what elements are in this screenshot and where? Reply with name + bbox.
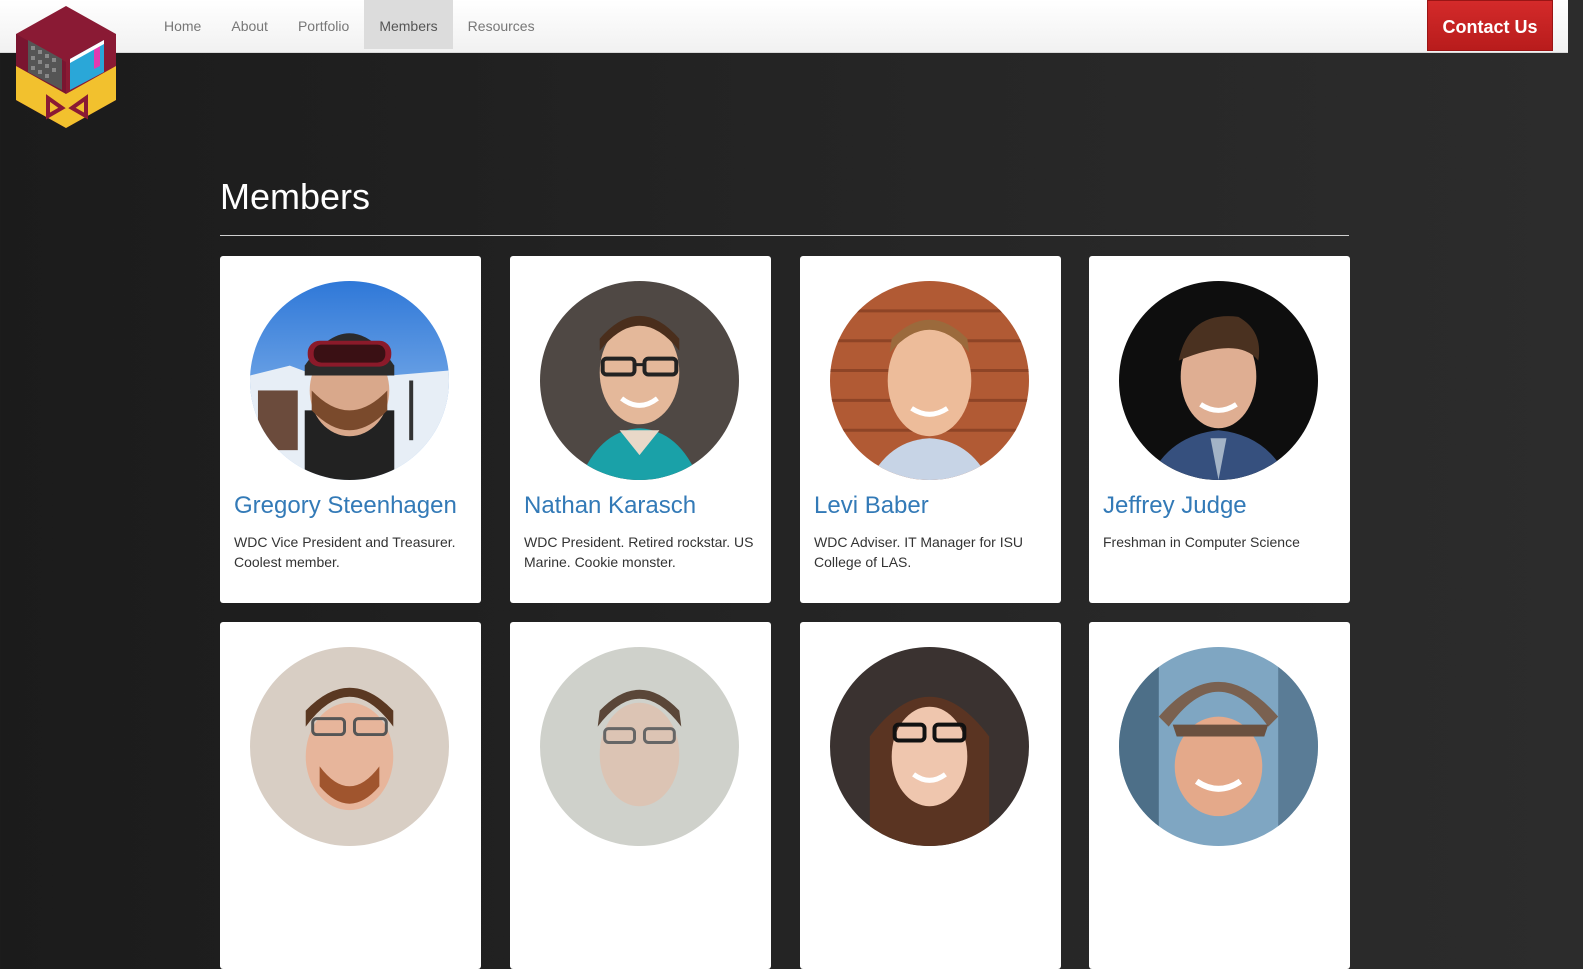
- member-portrait-icon: [540, 281, 739, 480]
- contact-us-button[interactable]: Contact Us: [1427, 0, 1553, 51]
- member-photo: [250, 647, 449, 846]
- member-portrait-icon: [250, 647, 449, 846]
- member-name[interactable]: Nathan Karasch: [524, 492, 696, 520]
- member-portrait-icon: [1119, 647, 1318, 846]
- nav-portfolio[interactable]: Portfolio: [283, 0, 364, 49]
- member-card-5: [220, 622, 481, 969]
- member-photo: [250, 281, 449, 480]
- member-card-8: [1089, 622, 1350, 969]
- member-photo: [1119, 281, 1318, 480]
- member-bio: WDC Adviser. IT Manager for ISU College …: [814, 534, 1024, 570]
- member-photo: [830, 281, 1029, 480]
- member-card-3: Levi Baber WDC Adviser. IT Manager for I…: [800, 256, 1061, 603]
- page-title: Members: [220, 176, 371, 217]
- member-name[interactable]: Jeffrey Judge: [1103, 492, 1247, 520]
- wdc-logo-icon: [16, 6, 116, 128]
- site-logo[interactable]: [14, 4, 118, 130]
- member-bio: WDC President. Retired rockstar. US Mari…: [524, 534, 754, 570]
- member-card-1: Gregory Steenhagen WDC Vice President an…: [220, 256, 481, 603]
- member-card-2: Nathan Karasch WDC President. Retired ro…: [510, 256, 771, 603]
- title-divider: [220, 235, 1349, 236]
- member-photo: [540, 647, 739, 846]
- member-card-6: [510, 622, 771, 969]
- nav-resources[interactable]: Resources: [453, 0, 550, 49]
- nav-links: Home About Portfolio Members Resources: [149, 0, 550, 49]
- member-bio: Freshman in Computer Science: [1103, 534, 1300, 550]
- member-name[interactable]: Gregory Steenhagen: [234, 492, 457, 520]
- member-card-4: Jeffrey Judge Freshman in Computer Scien…: [1089, 256, 1350, 603]
- nav-members[interactable]: Members: [364, 0, 453, 49]
- member-bio: WDC Vice President and Treasurer. Cooles…: [234, 534, 456, 570]
- nav-about[interactable]: About: [216, 0, 283, 49]
- member-portrait-icon: [830, 281, 1029, 480]
- member-name[interactable]: Levi Baber: [814, 492, 929, 520]
- member-portrait-icon: [1119, 281, 1318, 480]
- nav-home[interactable]: Home: [149, 0, 216, 49]
- member-portrait-icon: [830, 647, 1029, 846]
- member-photo: [1119, 647, 1318, 846]
- top-navbar: Home About Portfolio Members Resources C…: [0, 0, 1568, 53]
- member-portrait-icon: [540, 647, 739, 846]
- member-card-7: [800, 622, 1061, 969]
- member-photo: [540, 281, 739, 480]
- member-photo: [830, 647, 1029, 846]
- member-portrait-icon: [250, 281, 449, 480]
